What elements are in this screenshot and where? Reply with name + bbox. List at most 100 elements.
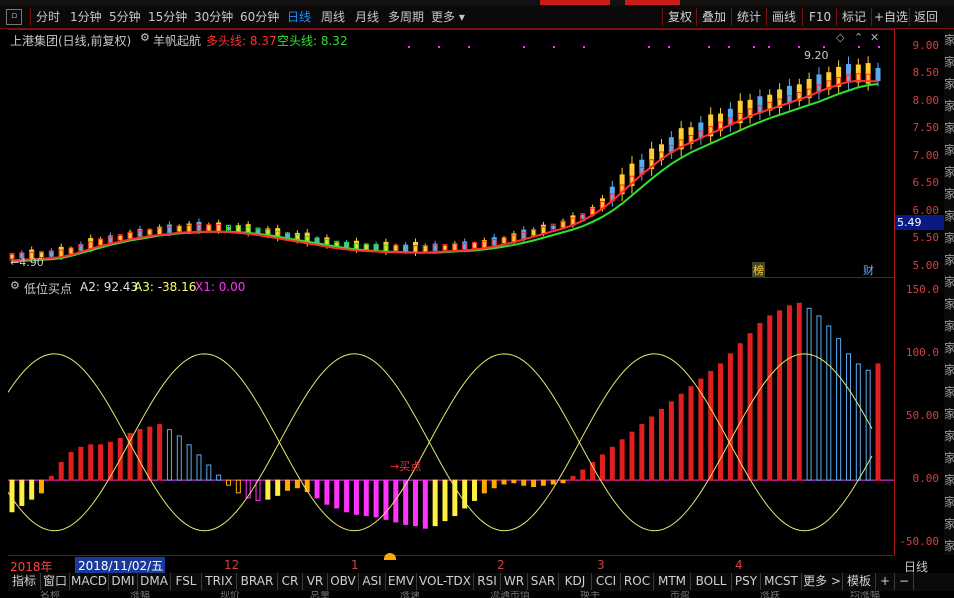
- price-tick-label: 9.00: [912, 38, 940, 52]
- finance-marker[interactable]: 财: [863, 262, 874, 278]
- window-icon[interactable]: ▫: [6, 9, 22, 25]
- side-char: 家: [944, 253, 954, 267]
- period-tab[interactable]: 多周期: [388, 9, 424, 25]
- current-price-tag: 5.49: [895, 215, 947, 230]
- a2-bar: [78, 446, 84, 481]
- a2-bar: [875, 363, 881, 481]
- status-column-header: 现价: [220, 591, 240, 598]
- status-column-header: 市盈: [670, 591, 690, 598]
- indicator-tab[interactable]: TRIX: [202, 573, 237, 590]
- period-tab[interactable]: 月线: [355, 9, 379, 25]
- a2-bar: [314, 479, 320, 499]
- rank-marker[interactable]: 榜: [752, 262, 765, 278]
- main-chart-panel[interactable]: 上港集团(日线,前复权) ⚙ 羊帆起航 多头线: 8.37 空头线: 8.32 …: [8, 29, 894, 278]
- indicator-tab[interactable]: PSY: [732, 573, 761, 590]
- a2-bar: [491, 479, 497, 489]
- a2-bar: [285, 479, 291, 491]
- a2-bar: [501, 479, 507, 485]
- indicator-tab[interactable]: 窗口: [41, 573, 70, 590]
- indicator-tab[interactable]: −: [895, 573, 914, 590]
- event-marker[interactable]: [384, 553, 396, 560]
- indicator-tab[interactable]: RSI: [474, 573, 501, 590]
- indicator-tab[interactable]: 模板: [843, 573, 876, 590]
- add-watchlist-button[interactable]: +自选: [874, 9, 908, 25]
- a2-bar: [235, 479, 241, 494]
- indicator-tab[interactable]: CCI: [592, 573, 621, 590]
- oscillator-tick-label: 0.00: [912, 472, 940, 486]
- status-column-header: 涨跌: [760, 591, 780, 598]
- a2-bar: [767, 315, 773, 481]
- indicator-tab[interactable]: VOL-TDX: [417, 573, 474, 590]
- status-column-header: 流通市值: [490, 591, 530, 598]
- indicator-tab[interactable]: DMA: [138, 573, 171, 590]
- signal-dot: [408, 46, 410, 48]
- f10-button[interactable]: F10: [809, 9, 831, 25]
- indicator-tab[interactable]: MCST: [761, 573, 802, 590]
- price-tick-label: 5.00: [912, 258, 940, 272]
- a2-bar: [472, 479, 478, 501]
- indicator-tab[interactable]: MTM: [654, 573, 691, 590]
- top-strip-mark: [540, 0, 610, 5]
- indicator-tab[interactable]: OBV: [328, 573, 359, 590]
- period-tab[interactable]: 60分钟: [240, 9, 279, 25]
- side-char: 家: [944, 187, 954, 201]
- indicator-tab[interactable]: ROC: [621, 573, 654, 590]
- a2-bar: [560, 479, 566, 484]
- indicator-tab[interactable]: WR: [501, 573, 528, 590]
- mark-button[interactable]: 标记: [842, 9, 866, 25]
- overlay-button[interactable]: 叠加: [702, 9, 726, 25]
- side-panel-strip[interactable]: 家家家家家家家家家家家家家家家家家家家家家家家家: [944, 29, 954, 555]
- a2-bar: [481, 479, 487, 494]
- indicator-tab[interactable]: DMI: [109, 573, 138, 590]
- toolbar-divider: [802, 8, 803, 26]
- indicator-tab[interactable]: MACD: [70, 573, 109, 590]
- a2-bar: [432, 479, 438, 527]
- fuquan-button[interactable]: 复权: [668, 9, 692, 25]
- side-char: 家: [944, 451, 954, 465]
- period-tab[interactable]: 5分钟: [109, 9, 141, 25]
- indicator-tab[interactable]: BRAR: [237, 573, 278, 590]
- indicator-tab[interactable]: BOLL: [691, 573, 732, 590]
- indicator-tab-bar: 指标 窗口 MACD DMI DMA FSL TRIX BRAR CR VR OBV ASI EMV VO…: [8, 573, 954, 591]
- a2-bar: [826, 325, 832, 481]
- period-tab[interactable]: 30分钟: [194, 9, 233, 25]
- a2-bar: [147, 426, 153, 481]
- signal-dot: [728, 46, 730, 48]
- bottom-status-strip: 名称 涨幅 现价 总量 涨速 流通市值 换手 市盈 涨跌 均涨幅: [0, 591, 954, 598]
- indicator-tab[interactable]: SAR: [528, 573, 559, 590]
- period-tab[interactable]: 15分钟: [148, 9, 187, 25]
- indicator-tab[interactable]: VR: [303, 573, 328, 590]
- oscillator-tick-label: 100.0: [905, 345, 939, 359]
- oscillator-tick-label: 150.0: [905, 282, 939, 296]
- stats-button[interactable]: 统计: [737, 9, 761, 25]
- a2-bar: [629, 431, 635, 481]
- date-axis: 2018年 2018/11/02/五 12 1 2 3 4 日线: [8, 553, 928, 574]
- period-tab[interactable]: 分时: [36, 9, 60, 25]
- a2-bar: [137, 429, 143, 481]
- a2-bar: [521, 479, 527, 486]
- back-button[interactable]: 返回: [914, 9, 938, 25]
- side-char: 家: [944, 363, 954, 377]
- status-column-header: 总量: [310, 591, 330, 598]
- period-tab-active[interactable]: 日线: [287, 9, 311, 25]
- indicator-tab[interactable]: CR: [278, 573, 303, 590]
- draw-line-button[interactable]: 画线: [772, 9, 796, 25]
- price-tick-label: 7.00: [912, 148, 940, 162]
- indicator-tab[interactable]: EMV: [386, 573, 417, 590]
- indicator-tab[interactable]: +: [876, 573, 895, 590]
- sub-chart-panel[interactable]: ⚙ 低位买点 A2: 92.43 A3: -38.16 X1: 0.00 →买点: [8, 277, 894, 556]
- a2-bar: [845, 353, 851, 481]
- period-tab[interactable]: 1分钟: [70, 9, 102, 25]
- a2-bar: [550, 479, 556, 485]
- indicator-tab[interactable]: 指标: [8, 573, 41, 590]
- candlestick-chart[interactable]: [8, 30, 894, 278]
- indicator-tab[interactable]: ASI: [359, 573, 386, 590]
- oscillator-chart[interactable]: [8, 278, 894, 556]
- indicator-tab[interactable]: 更多 >: [802, 573, 843, 590]
- indicator-tab[interactable]: KDJ: [559, 573, 592, 590]
- period-tab[interactable]: 周线: [321, 9, 345, 25]
- indicator-tab[interactable]: FSL: [171, 573, 202, 590]
- a2-bar: [757, 322, 763, 481]
- a2-bar: [294, 479, 300, 489]
- more-periods-dropdown[interactable]: 更多 ▾: [431, 9, 465, 25]
